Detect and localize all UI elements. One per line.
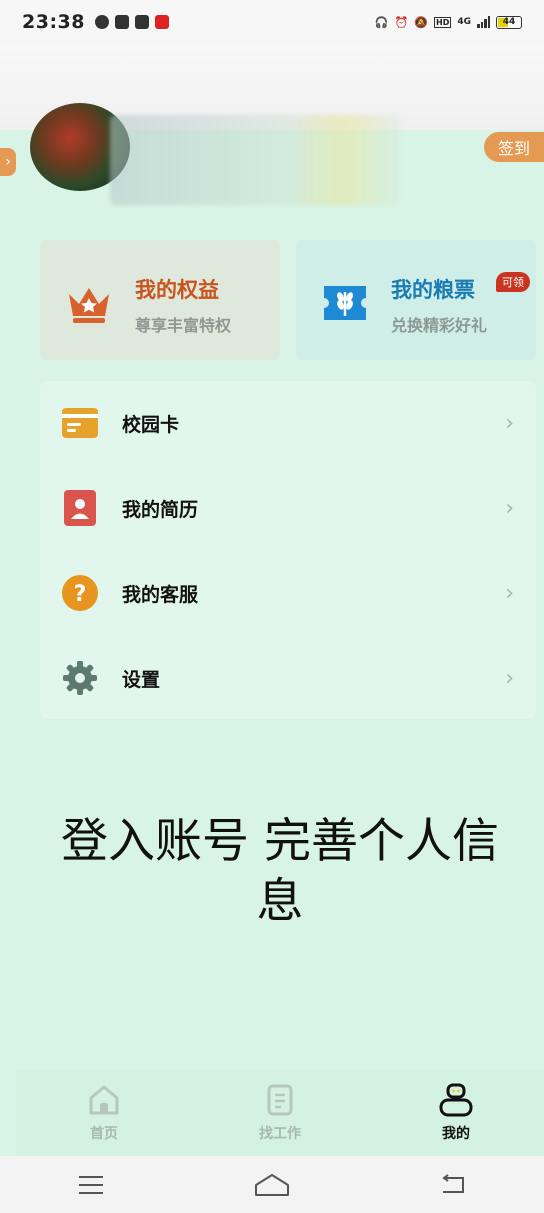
hd-icon: HD xyxy=(434,16,452,28)
music-icon xyxy=(94,15,109,29)
menu-item-resume[interactable]: 我的简历 › xyxy=(40,466,536,550)
menu-item-campus-card[interactable]: 校园卡 › xyxy=(40,381,536,465)
menu-list: 校园卡 › 我的简历 › ? 我的客服 › 设置 › xyxy=(40,381,536,719)
tab-find-job[interactable]: 找工作 xyxy=(192,1070,368,1156)
home-outline-icon xyxy=(254,1173,289,1196)
network-label: 4G xyxy=(457,17,471,27)
signal-icon xyxy=(477,16,490,28)
back-icon xyxy=(442,1173,465,1193)
red-app-icon xyxy=(154,15,169,29)
profile-icon xyxy=(439,1083,473,1117)
menu-icon xyxy=(78,1175,103,1194)
alarm-icon: ⏰ xyxy=(394,15,409,29)
chevron-right-icon: › xyxy=(5,154,11,170)
signin-button[interactable]: 签到 xyxy=(484,132,544,162)
mail-icon xyxy=(134,15,149,29)
chevron-right-icon: › xyxy=(505,665,514,691)
app-notification-icon xyxy=(114,15,129,29)
crown-icon xyxy=(69,288,109,323)
tab-mine[interactable]: 我的 xyxy=(368,1070,544,1156)
menu-item-settings[interactable]: 设置 › xyxy=(40,636,536,720)
status-time: 23:38 xyxy=(22,11,85,33)
menu-label-settings: 设置 xyxy=(122,668,161,691)
login-prompt-overlay: 登入账号 完善个人信息 xyxy=(61,814,499,929)
my-rights-card[interactable]: 我的权益 尊享丰富特权 xyxy=(40,240,280,360)
blurred-username xyxy=(110,115,400,205)
home-icon xyxy=(89,1085,119,1115)
svg-text:?: ? xyxy=(74,582,87,607)
profile-area[interactable] xyxy=(0,95,544,215)
chevron-right-icon: › xyxy=(505,580,514,606)
resume-icon xyxy=(62,490,98,526)
nav-menu-button[interactable] xyxy=(71,1170,111,1200)
menu-item-customer-service[interactable]: ? 我的客服 › xyxy=(40,551,536,635)
tab-find-job-label: 找工作 xyxy=(259,1126,301,1142)
menu-label-customer-service: 我的客服 xyxy=(122,583,199,606)
menu-label-campus-card: 校园卡 xyxy=(122,413,180,436)
headphones-icon: 🎧 xyxy=(374,15,389,29)
my-tickets-subtitle: 兑换精彩好礼 xyxy=(391,316,488,335)
bottom-tab-bar: 首页 找工作 我的 xyxy=(16,1070,544,1156)
battery-icon: 44 xyxy=(496,15,522,29)
document-icon xyxy=(267,1084,293,1116)
my-tickets-title: 我的粮票 xyxy=(391,278,475,302)
status-notification-icons xyxy=(94,15,169,29)
grain-ticket-icon xyxy=(324,286,366,320)
chevron-right-icon: › xyxy=(505,495,514,521)
my-rights-title: 我的权益 xyxy=(135,278,219,302)
nav-home-button[interactable] xyxy=(252,1170,292,1200)
side-expand-tab[interactable]: › xyxy=(0,148,16,176)
mute-icon: 🔕 xyxy=(414,15,428,29)
my-rights-subtitle: 尊享丰富特权 xyxy=(135,316,232,335)
menu-label-resume: 我的简历 xyxy=(122,498,199,521)
gear-icon xyxy=(62,660,98,696)
question-icon: ? xyxy=(62,575,98,611)
tab-home[interactable]: 首页 xyxy=(16,1070,192,1156)
tab-home-label: 首页 xyxy=(90,1126,118,1142)
tab-mine-label: 我的 xyxy=(442,1126,470,1142)
system-nav-bar xyxy=(0,1156,544,1213)
status-bar: 23:38 🎧 ⏰ 🔕 HD 4G 44 xyxy=(0,0,544,44)
status-system-icons: 🎧 ⏰ 🔕 HD 4G 44 xyxy=(374,15,522,29)
claimable-badge: 可领 xyxy=(496,272,530,292)
my-tickets-card[interactable]: 我的粮票 兑换精彩好礼 可领 xyxy=(296,240,536,360)
nav-back-button[interactable] xyxy=(433,1170,473,1200)
chevron-right-icon: › xyxy=(505,410,514,436)
card-icon xyxy=(62,405,98,441)
